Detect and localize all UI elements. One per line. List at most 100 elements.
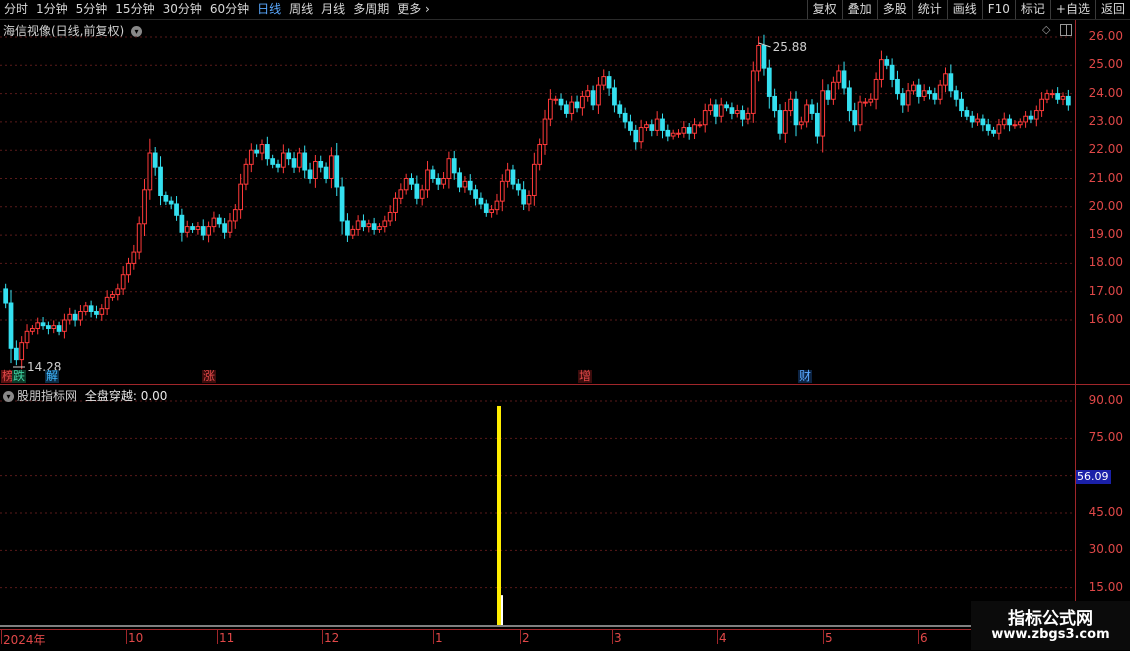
candle[interactable] <box>425 160 430 198</box>
candle[interactable] <box>377 223 382 233</box>
candle[interactable] <box>115 283 121 301</box>
toolbar-button[interactable]: 标记 <box>1014 0 1050 19</box>
candle[interactable] <box>120 266 126 295</box>
candle[interactable] <box>937 79 943 105</box>
candle[interactable] <box>537 138 543 171</box>
toolbar-button[interactable]: 返回 <box>1094 0 1130 19</box>
candle[interactable] <box>51 320 57 334</box>
candle[interactable] <box>126 257 131 283</box>
candle[interactable] <box>927 86 932 100</box>
candle[interactable] <box>179 208 185 242</box>
candle[interactable] <box>163 191 169 206</box>
period-tab[interactable]: 60分钟 <box>206 0 253 19</box>
candle[interactable] <box>19 336 25 369</box>
candle[interactable] <box>873 72 879 110</box>
candle[interactable] <box>510 164 516 190</box>
candle[interactable] <box>94 305 99 319</box>
candle[interactable] <box>8 289 14 364</box>
candle[interactable] <box>457 167 462 193</box>
candle[interactable] <box>430 165 436 183</box>
candle[interactable] <box>606 71 612 96</box>
event-marker[interactable]: 解 <box>45 370 60 383</box>
candle[interactable] <box>729 102 735 120</box>
candle[interactable] <box>766 59 772 109</box>
candle[interactable] <box>441 171 446 189</box>
candle[interactable] <box>980 114 986 132</box>
candle[interactable] <box>297 147 302 173</box>
candle[interactable] <box>644 121 649 132</box>
candle[interactable] <box>863 98 868 107</box>
candle[interactable] <box>772 88 777 118</box>
period-tab[interactable]: 分时 <box>0 0 32 19</box>
candle[interactable] <box>596 77 601 114</box>
candle[interactable] <box>638 119 644 149</box>
candle[interactable] <box>654 111 660 136</box>
candle[interactable] <box>307 162 313 184</box>
candle[interactable] <box>831 76 836 105</box>
candle[interactable] <box>238 173 243 219</box>
candle[interactable] <box>782 101 788 143</box>
candle[interactable] <box>633 124 639 150</box>
candle[interactable] <box>814 102 820 144</box>
candle[interactable] <box>361 214 366 232</box>
candle[interactable] <box>259 139 265 161</box>
candle[interactable] <box>232 204 238 229</box>
candle[interactable] <box>601 69 607 91</box>
candle[interactable] <box>211 211 217 233</box>
candle[interactable] <box>521 181 527 211</box>
candle[interactable] <box>24 324 30 349</box>
candle[interactable] <box>270 154 276 169</box>
candle[interactable] <box>1044 89 1050 104</box>
candle[interactable] <box>750 61 756 123</box>
candle[interactable] <box>264 136 270 166</box>
candle[interactable] <box>847 80 852 122</box>
candle[interactable] <box>275 159 281 173</box>
main-chart-panel[interactable]: 海信视像(日线,前复权) ▾ ◇ 25.88 14.28 <box>0 20 1130 384</box>
candle[interactable] <box>948 64 954 98</box>
toolbar-button[interactable]: F10 <box>981 0 1015 19</box>
chevron-down-icon[interactable]: ▾ <box>3 391 14 402</box>
candle[interactable] <box>665 124 671 142</box>
period-tab[interactable]: 日线 <box>253 0 285 19</box>
candle[interactable] <box>964 106 970 121</box>
candle[interactable] <box>339 177 345 235</box>
event-marker[interactable]: 跌 <box>12 370 27 383</box>
candle[interactable] <box>547 89 553 127</box>
candle[interactable] <box>110 291 115 301</box>
candle[interactable] <box>398 183 404 205</box>
candle[interactable] <box>222 218 227 239</box>
candle[interactable] <box>158 156 163 206</box>
candle[interactable] <box>1007 114 1012 132</box>
candle[interactable] <box>56 321 62 336</box>
period-tab[interactable]: 15分钟 <box>111 0 158 19</box>
candle[interactable] <box>483 199 489 217</box>
candle[interactable] <box>1065 89 1071 111</box>
candle[interactable] <box>622 107 628 129</box>
candle[interactable] <box>30 325 35 335</box>
candle[interactable] <box>382 215 388 233</box>
candle[interactable] <box>740 105 745 127</box>
candle[interactable] <box>1039 92 1044 117</box>
candle[interactable] <box>243 158 249 191</box>
candle[interactable] <box>889 58 895 88</box>
candle[interactable] <box>531 152 537 206</box>
candle[interactable] <box>1023 111 1028 128</box>
candle[interactable] <box>628 114 633 136</box>
candle[interactable] <box>286 148 292 166</box>
candle[interactable] <box>879 50 884 88</box>
candle[interactable] <box>1017 118 1023 129</box>
candle[interactable] <box>371 217 377 235</box>
candle[interactable] <box>414 175 420 205</box>
candle[interactable] <box>104 290 110 316</box>
candle[interactable] <box>435 173 441 191</box>
candle[interactable] <box>734 104 740 118</box>
candlestick-chart[interactable]: 25.8814.28 <box>0 20 1075 384</box>
candle[interactable] <box>708 98 713 116</box>
candle[interactable] <box>1028 110 1034 124</box>
candle[interactable] <box>147 138 153 200</box>
candle[interactable] <box>478 192 484 210</box>
candle[interactable] <box>78 305 83 326</box>
candle[interactable] <box>393 192 398 222</box>
indicator-chart[interactable] <box>0 385 1075 629</box>
candle[interactable] <box>542 109 548 155</box>
